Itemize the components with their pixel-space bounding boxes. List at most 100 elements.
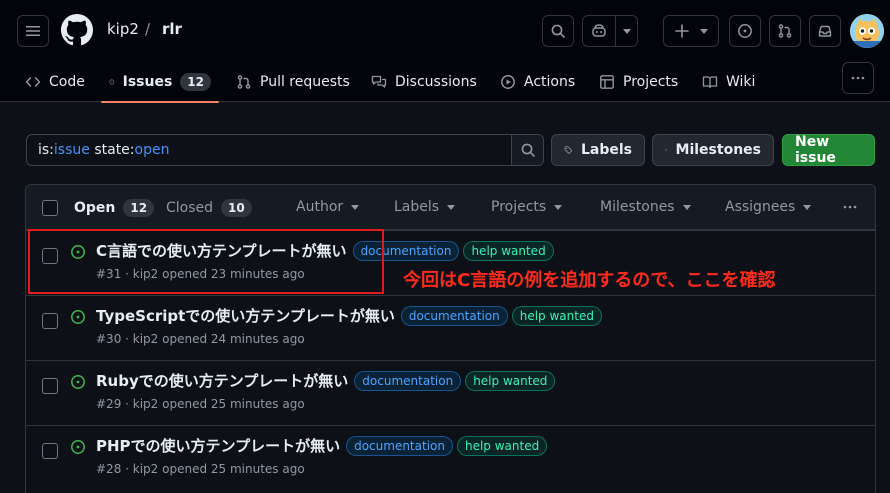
issue-checkbox[interactable] [42,378,58,394]
new-issue-button-label: New issue [795,134,836,166]
select-all-checkbox[interactable] [42,200,58,216]
github-logo-icon [61,14,93,46]
chevron-down-icon [351,204,360,210]
copilot-button[interactable] [582,15,638,47]
search-submit-button[interactable] [511,135,543,165]
search-icon [521,143,535,157]
issue-meta: #28 · kip2 opened 25 minutes ago [96,462,305,476]
table-icon [600,75,614,89]
inbox-icon [818,25,832,37]
tab-wiki[interactable]: Wiki [702,62,755,102]
issue-opened-icon [71,440,85,454]
user-avatar-icon [850,14,884,48]
comment-discussion-icon [371,75,387,88]
chevron-down-icon [803,204,812,210]
labels-filter[interactable]: Labels [394,199,456,215]
labels-button-label: Labels [580,142,632,158]
tab-actions-label: Actions [524,74,576,90]
list-more-options-button[interactable] [842,199,858,215]
chevron-down-icon [554,204,563,210]
breadcrumb-separator: / [145,20,151,38]
copilot-dropdown-caret-icon[interactable] [616,28,637,34]
milestones-filter-label: Milestones [600,199,675,215]
search-icon [551,24,565,38]
issue-title-link[interactable]: Rubyでの使い方テンプレートが無い [96,370,348,391]
projects-filter-label: Projects [491,199,547,215]
issue-title-link[interactable]: TypeScriptでの使い方テンプレートが無い [96,305,395,326]
tab-issues[interactable]: Issues 12 [101,62,219,103]
tag-icon [564,146,573,154]
assignees-filter-label: Assignees [725,199,796,215]
tab-actions[interactable]: Actions [500,62,575,102]
milestones-button[interactable]: Milestones [652,134,774,166]
tab-code[interactable]: Code [25,62,85,102]
create-new-button[interactable] [663,15,719,47]
milestones-filter[interactable]: Milestones [600,199,691,215]
avatar[interactable] [850,14,884,48]
kebab-horizontal-icon [851,76,865,80]
open-count-badge: 12 [123,199,155,217]
issue-search-input[interactable]: is:issue state:open [26,134,544,166]
search-query-value-open: open [134,142,170,158]
issue-opened-icon [71,375,85,389]
annotation-text: 今回はC言語の例を追加するので、ここを確認 [403,270,776,291]
new-issue-button[interactable]: New issue [782,134,875,166]
label-help-wanted[interactable]: help wanted [456,435,548,456]
tab-projects-label: Projects [623,74,679,90]
label-documentation[interactable]: documentation [354,370,462,391]
open-issues-filter[interactable]: Open 12 [74,199,155,217]
tab-wiki-label: Wiki [726,74,756,90]
copilot-icon [583,23,615,39]
tab-discussions-label: Discussions [395,74,477,90]
issues-count-badge: 12 [180,73,211,91]
issue-row[interactable]: PHPでの使い方テンプレートが無い documentation help wan… [26,425,875,490]
issue-title-link[interactable]: PHPでの使い方テンプレートが無い [96,435,340,456]
author-filter[interactable]: Author [296,199,360,215]
chevron-down-icon [700,28,708,34]
more-tabs-button[interactable] [842,62,874,94]
milestone-icon [665,148,668,152]
tab-pull-requests[interactable]: Pull requests [236,62,350,102]
pull-requests-shortcut-button[interactable] [769,15,801,47]
search-query-value-issue: issue [53,142,90,158]
chevron-down-icon [447,204,456,210]
closed-label: Closed [166,200,214,216]
git-pull-request-icon [237,75,251,89]
tab-projects[interactable]: Projects [599,62,678,102]
breadcrumb-owner[interactable]: kip2 [107,20,139,38]
issue-meta: #29 · kip2 opened 25 minutes ago [96,397,305,411]
hamburger-icon [26,26,40,36]
issue-checkbox[interactable] [42,443,58,459]
closed-count-badge: 10 [221,199,252,217]
issue-row[interactable]: TypeScriptでの使い方テンプレートが無い documentation h… [26,295,875,360]
projects-filter[interactable]: Projects [491,199,563,215]
search-query-key-is: is: [38,142,54,158]
issue-checkbox[interactable] [42,313,58,329]
milestones-button-label: Milestones [675,142,761,158]
hamburger-menu-button[interactable] [17,15,49,47]
labels-button[interactable]: Labels [551,134,645,166]
git-pull-request-icon [778,24,792,38]
label-help-wanted[interactable]: help wanted [465,370,556,391]
closed-issues-filter[interactable]: Closed 10 [166,199,252,217]
breadcrumb-repo[interactable]: rlr [162,20,182,38]
inbox-button[interactable] [809,15,841,47]
open-label: Open [74,200,116,216]
issues-shortcut-button[interactable] [729,15,761,47]
issue-row[interactable]: Rubyでの使い方テンプレートが無い documentation help wa… [26,360,875,425]
chevron-down-icon [682,204,691,210]
labels-filter-label: Labels [394,199,440,215]
search-query[interactable]: is:issue state:open [27,142,511,158]
label-help-wanted[interactable]: help wanted [511,305,602,326]
issue-opened-icon [738,24,752,38]
label-documentation[interactable]: documentation [400,305,508,326]
tab-discussions[interactable]: Discussions [371,62,477,102]
github-logo[interactable] [61,14,93,46]
book-icon [702,76,718,89]
tab-code-label: Code [49,74,85,90]
issue-opened-icon [71,310,85,324]
label-documentation[interactable]: documentation [346,435,453,456]
assignees-filter[interactable]: Assignees [725,199,812,215]
label-help-wanted[interactable]: help wanted [463,240,554,261]
search-button[interactable] [542,15,574,47]
